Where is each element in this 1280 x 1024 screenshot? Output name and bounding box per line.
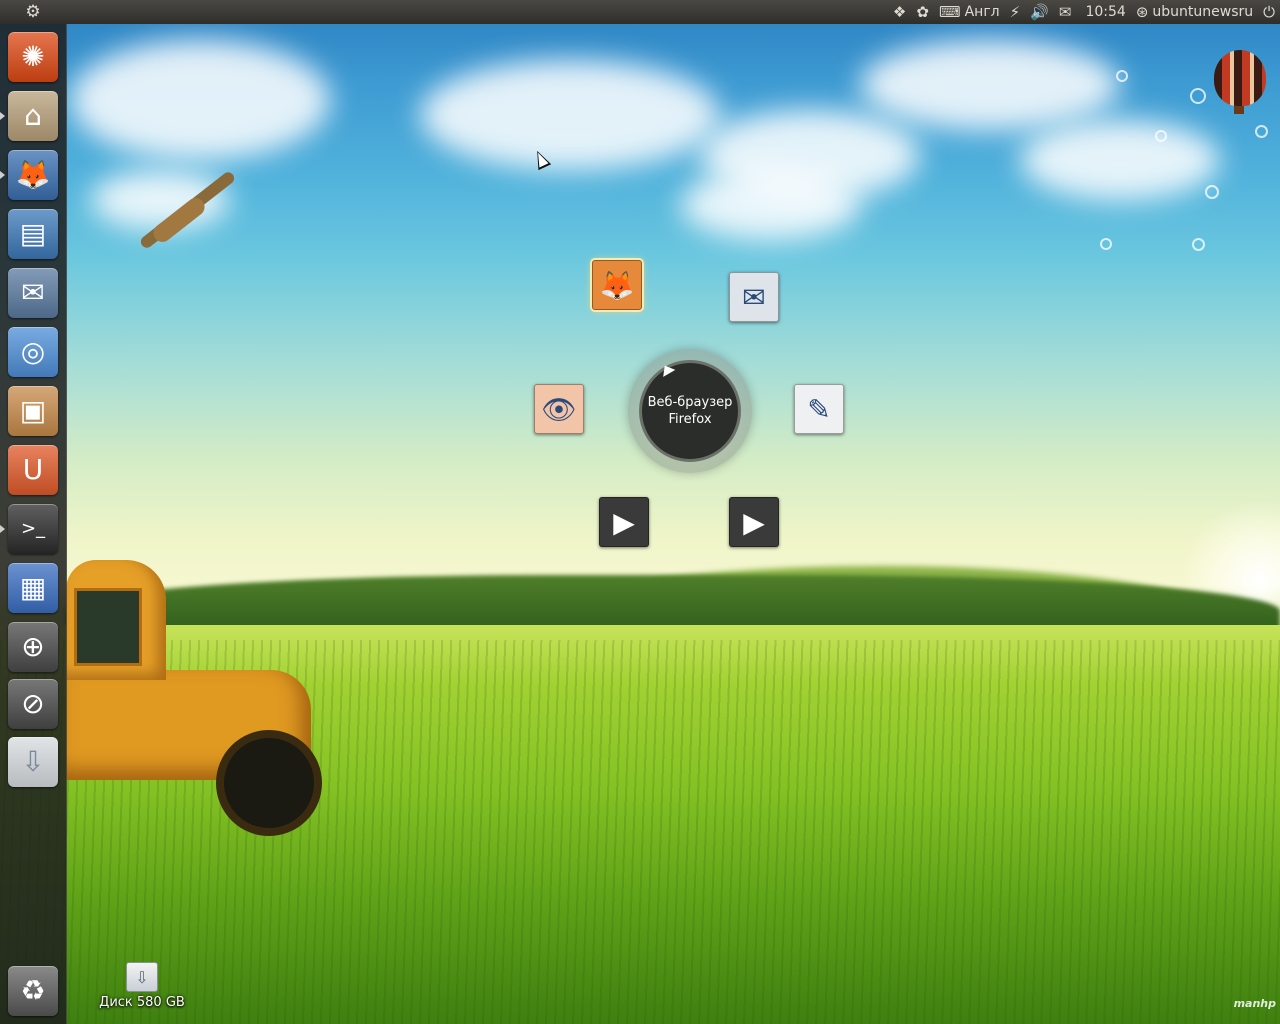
- cloud: [860, 40, 1120, 130]
- cloud: [70, 40, 330, 160]
- keyboard-icon: ⌨: [938, 3, 961, 21]
- launcher-item-software-center[interactable]: ▣: [8, 386, 58, 436]
- truck-wheel: [216, 730, 322, 836]
- airplane-body: [149, 194, 209, 246]
- session-indicator[interactable]: ⏻: [1258, 0, 1280, 24]
- dropbox-icon: ❖: [892, 3, 907, 21]
- launcher-item-libreoffice-writer[interactable]: ▤: [8, 209, 58, 259]
- power-icon: ⏻: [1263, 3, 1275, 21]
- trash-icon: ♻: [20, 974, 46, 1007]
- launcher-running-indicator: [0, 525, 5, 533]
- magnifier-icon: ⊕: [21, 630, 45, 663]
- firefox-icon: 🦊: [15, 158, 51, 191]
- launcher-item-firefox[interactable]: 🦊: [8, 150, 58, 200]
- radial-item-video-player-2[interactable]: ▶: [729, 497, 779, 547]
- user-icon: ⊛: [1135, 3, 1149, 21]
- bubble: [1155, 130, 1167, 142]
- mail-indicator[interactable]: ✉: [1054, 0, 1077, 24]
- radial-menu-label-line1: Веб-браузер: [647, 395, 733, 410]
- dropbox-indicator[interactable]: ❖: [888, 0, 911, 24]
- network-indicator[interactable]: ⚡: [1005, 0, 1026, 24]
- desktop-icon-label: Диск 580 GB: [99, 995, 185, 1010]
- launcher: ✺ ⌂ 🦊 ▤ ✉ ◎ ▣ U >_ ▦ ⊕ ⊘ ⇩ ♻: [0, 24, 67, 1024]
- airplane: [130, 160, 240, 260]
- video-player-1-icon: ▶: [613, 505, 635, 539]
- clock-indicator[interactable]: 10:54: [1076, 0, 1130, 24]
- launcher-item-usb-drive[interactable]: ⇩: [8, 737, 58, 787]
- indicator-area: ❖ ✿ ⌨ Англ ⚡ 🔊 ✉ 10:54 ⊛ ubuntunewsru ⏻: [888, 0, 1280, 24]
- keyboard-layout-indicator[interactable]: ⌨ Англ: [934, 0, 1005, 24]
- radial-item-firefox[interactable]: 🦊: [592, 260, 642, 310]
- launcher-item-home-folder[interactable]: ⌂: [8, 91, 58, 141]
- bubble: [1255, 125, 1268, 138]
- volume-indicator[interactable]: 🔊: [1025, 0, 1054, 24]
- bubble: [1190, 88, 1206, 104]
- network-icon: ⚡: [1009, 3, 1021, 21]
- messaging-icon: ✿: [916, 3, 929, 21]
- launcher-item-lens-files[interactable]: ⊘: [8, 679, 58, 729]
- bubble: [1100, 238, 1112, 250]
- user-name: ubuntunewsru: [1152, 4, 1254, 20]
- launcher-item-thunderbird[interactable]: ✉: [8, 268, 58, 318]
- mail-icon: ✉: [1058, 3, 1072, 21]
- radial-item-thunderbird[interactable]: ✉: [729, 272, 779, 322]
- ubuntu-one-icon: U: [22, 453, 44, 486]
- launcher-running-indicator: [0, 171, 5, 179]
- workspace-switcher-icon: ▦: [19, 571, 47, 604]
- cloud: [680, 170, 860, 240]
- bubble: [1116, 70, 1128, 82]
- dash-home-icon: ✺: [21, 40, 45, 73]
- truck-window: [74, 588, 142, 666]
- bubble: [1192, 238, 1205, 251]
- radial-menu-center[interactable]: Веб-браузер Firefox: [639, 360, 741, 462]
- launcher-item-ubuntu-one[interactable]: U: [8, 445, 58, 495]
- video-player-2-icon: ▶: [743, 505, 765, 539]
- eye-of-gnome-icon: 👁: [541, 392, 577, 426]
- volume-icon: 🔊: [1030, 3, 1049, 21]
- truck-cab: [66, 560, 166, 680]
- wallpaper-watermark: manhp: [1233, 997, 1276, 1010]
- desktop-icon-disk[interactable]: ⇩ Диск 580 GB: [96, 962, 188, 1010]
- lens-files-icon: ⊘: [21, 687, 45, 720]
- bubble: [1205, 185, 1219, 199]
- cloud: [1020, 120, 1220, 200]
- radial-item-gedit[interactable]: ✎: [794, 384, 844, 434]
- ubuntu-session-icon[interactable]: ⚙: [24, 3, 42, 21]
- chromium-icon: ◎: [20, 335, 46, 368]
- clock: 10:54: [1085, 4, 1126, 20]
- top-panel: ⚙ ❖ ✿ ⌨ Англ ⚡ 🔊 ✉ 10:54 ⊛ ubuntunewsru …: [0, 0, 1280, 24]
- radial-menu-label-line2: Firefox: [668, 412, 712, 427]
- usb-drive-icon: ⇩: [21, 745, 45, 778]
- user-indicator[interactable]: ⊛ ubuntunewsru: [1131, 0, 1258, 24]
- balloon-basket: [1234, 106, 1244, 114]
- firefox-icon: 🦊: [599, 268, 635, 302]
- radial-item-eye-of-gnome[interactable]: 👁: [534, 384, 584, 434]
- thunderbird-icon: ✉: [21, 276, 45, 309]
- software-center-icon: ▣: [19, 394, 47, 427]
- keyboard-layout-label: Англ: [964, 4, 1000, 20]
- usb-drive-icon: ⇩: [126, 962, 158, 992]
- launcher-item-workspace-switcher[interactable]: ▦: [8, 563, 58, 613]
- libreoffice-writer-icon: ▤: [19, 217, 47, 250]
- radial-item-video-player-1[interactable]: ▶: [599, 497, 649, 547]
- launcher-item-chromium[interactable]: ◎: [8, 327, 58, 377]
- gedit-icon: ✎: [807, 392, 831, 426]
- messaging-indicator[interactable]: ✿: [911, 0, 934, 24]
- launcher-item-trash[interactable]: ♻: [8, 966, 58, 1016]
- launcher-running-indicator: [0, 112, 5, 120]
- truck: [66, 560, 322, 836]
- cloud: [420, 60, 720, 170]
- thunderbird-icon: ✉: [742, 280, 766, 314]
- terminal-icon: >_: [20, 518, 46, 539]
- launcher-item-dash-home[interactable]: ✺: [8, 32, 58, 82]
- hot-air-balloon: [1214, 50, 1266, 106]
- launcher-item-magnifier[interactable]: ⊕: [8, 622, 58, 672]
- launcher-item-terminal[interactable]: >_: [8, 504, 58, 554]
- home-folder-icon: ⌂: [24, 99, 42, 132]
